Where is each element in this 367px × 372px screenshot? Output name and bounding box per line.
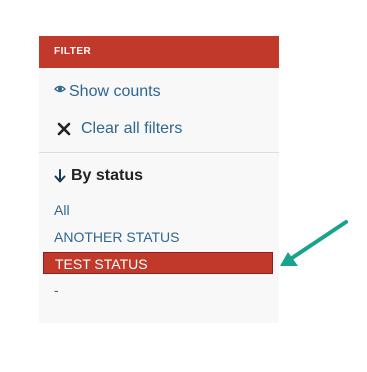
show-counts-label: Show counts <box>69 83 161 100</box>
page: FILTER Show counts Clear all filters By … <box>0 0 367 372</box>
clear-filters-link[interactable]: Clear all filters <box>54 120 182 138</box>
clear-filters-label: Clear all filters <box>81 120 183 137</box>
section-title: By status <box>54 167 143 185</box>
filter-panel: FILTER Show counts Clear all filters By … <box>39 36 279 323</box>
x-icon <box>56 121 72 137</box>
status-item-test-status[interactable]: TEST STATUS <box>43 252 273 274</box>
eye-icon <box>54 82 66 94</box>
status-item-all[interactable]: All <box>54 202 70 218</box>
show-counts-link[interactable]: Show counts <box>54 83 161 101</box>
status-item-another-status[interactable]: ANOTHER STATUS <box>54 229 180 245</box>
annotation-arrow-icon <box>280 220 348 266</box>
arrow-down-icon <box>54 169 66 183</box>
status-item-dash[interactable]: - <box>54 282 59 298</box>
filter-header: FILTER <box>39 36 279 68</box>
divider <box>39 152 279 153</box>
section-title-label: By status <box>71 167 144 184</box>
